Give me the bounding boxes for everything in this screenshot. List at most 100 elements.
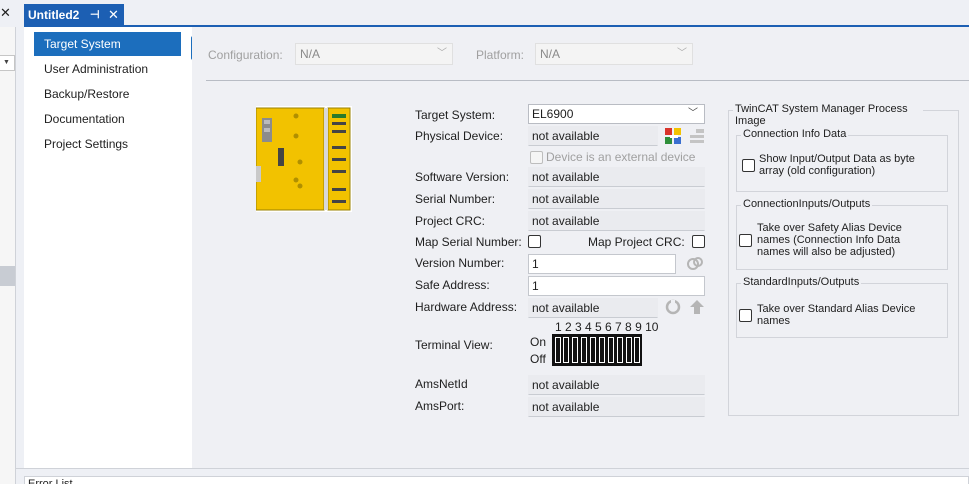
show-io-byte-array-label: Show Input/Output Data as byte array (ol… — [759, 153, 915, 177]
on-label: On — [530, 335, 547, 349]
take-over-safety-alias-label: Take over Safety Alias Device names (Con… — [757, 222, 902, 258]
nav-item-user-administration[interactable]: User Administration — [34, 57, 181, 81]
checkbox-text-line: Show Input/Output Data as byte — [759, 153, 915, 165]
hardware-address-field: not available — [528, 298, 658, 318]
document-tab-strip — [0, 0, 969, 26]
platform-value: N/A — [540, 47, 561, 61]
pin-icon[interactable]: ⊣ — [90, 4, 100, 26]
target-system-select[interactable]: EL6900 ﹀ — [528, 104, 705, 124]
dip-switch-7[interactable] — [608, 337, 614, 363]
version-number-input[interactable]: 1 — [528, 254, 676, 274]
map-project-crc-label: Map Project CRC: — [588, 235, 685, 249]
nav-item-backup-restore[interactable]: Backup/Restore — [34, 82, 181, 106]
dip-switch-1[interactable] — [555, 337, 561, 363]
serial-number-label: Serial Number: — [415, 192, 496, 206]
nav-item-label: Documentation — [44, 112, 125, 126]
dip-switch-10[interactable] — [634, 337, 640, 363]
left-dock-strip — [0, 27, 16, 484]
off-label: Off — [530, 352, 546, 366]
dip-switch-2[interactable] — [563, 337, 569, 363]
ams-netid-field: not available — [528, 375, 705, 395]
error-list-panel — [24, 476, 969, 484]
safe-address-input[interactable]: 1 — [528, 276, 705, 296]
checkbox-text-line: names — [757, 315, 791, 327]
project-crc-field: not available — [528, 211, 705, 231]
take-over-standard-alias-label: Take over Standard Alias Device names — [757, 303, 915, 327]
ams-netid-label: AmsNetId — [415, 377, 468, 391]
platform-label: Platform: — [476, 48, 525, 62]
left-dock-selected-item[interactable] — [0, 266, 15, 286]
ams-port-label: AmsPort: — [415, 399, 465, 413]
connection-io-title: ConnectionInputs/Outputs — [741, 198, 873, 210]
project-crc-label: Project CRC: — [415, 214, 486, 228]
map-serial-number-checkbox[interactable] — [528, 235, 541, 248]
checkbox-text-line: Take over Safety Alias Device — [757, 222, 902, 234]
target-system-value: EL6900 — [532, 107, 574, 121]
checkbox-text-line: Take over Standard Alias Device — [757, 303, 916, 315]
chevron-down-icon: ﹀ — [688, 108, 698, 119]
nav-item-documentation[interactable]: Documentation — [34, 107, 181, 131]
configuration-label: Configuration: — [208, 48, 283, 62]
nav-item-label: Backup/Restore — [44, 87, 130, 101]
chevron-down-icon: ﹀ — [677, 48, 687, 59]
map-serial-number-label: Map Serial Number: — [415, 235, 522, 249]
nav-item-project-settings[interactable]: Project Settings — [34, 132, 181, 156]
external-device-label: Device is an external device — [546, 150, 696, 164]
platform-select[interactable]: N/A ﹀ — [535, 43, 693, 65]
dip-switch-8[interactable] — [617, 337, 623, 363]
show-io-byte-array-checkbox[interactable] — [742, 159, 755, 172]
nav-item-label: User Administration — [44, 62, 149, 76]
checkbox-text-line: array (old configuration) — [759, 165, 876, 177]
process-image-title-line1: TwinCAT System Manager Process — [735, 103, 908, 115]
standard-io-title: StandardInputs/Outputs — [741, 276, 862, 288]
checkbox-text-line: names (Connection Info Data — [757, 234, 901, 246]
sync-icon[interactable] — [664, 298, 682, 316]
error-list-title[interactable]: Error List — [28, 478, 73, 484]
dip-switch-5[interactable] — [590, 337, 596, 363]
process-image-title-line2: Image — [735, 115, 766, 127]
refresh-icon[interactable] — [686, 254, 704, 272]
nav-item-label: Target System — [44, 37, 121, 51]
settings-nav: Target System User Administration Backup… — [24, 27, 199, 468]
dip-switch-numbers: 1 2 3 4 5 6 7 8 9 10 — [555, 320, 659, 334]
dip-switch-6[interactable] — [599, 337, 605, 363]
configuration-value: N/A — [300, 47, 321, 61]
map-project-crc-checkbox[interactable] — [692, 235, 705, 248]
physical-device-label: Physical Device: — [415, 129, 504, 143]
device-plugin-icon[interactable] — [664, 127, 682, 145]
checkbox-text-line: names will also be adjusted) — [757, 246, 896, 258]
ams-port-field: not available — [528, 397, 705, 417]
dip-switch-9[interactable] — [626, 337, 632, 363]
software-version-label: Software Version: — [415, 170, 510, 184]
physical-device-field: not available — [528, 126, 658, 146]
nav-item-label: Project Settings — [44, 137, 129, 151]
dip-switch-3[interactable] — [572, 337, 578, 363]
hardware-address-label: Hardware Address: — [415, 300, 518, 314]
dip-switch-4[interactable] — [581, 337, 587, 363]
process-image-title: TwinCAT System Manager Process Image — [733, 103, 923, 127]
take-over-standard-alias-checkbox[interactable] — [739, 309, 752, 322]
target-system-label: Target System: — [415, 108, 496, 122]
software-version-field: not available — [528, 167, 705, 187]
document-tab-title: Untitled2 — [28, 8, 80, 22]
take-over-safety-alias-checkbox[interactable] — [739, 234, 752, 247]
tab-close-icon[interactable]: ✕ — [108, 4, 119, 26]
external-device-checkbox[interactable] — [530, 151, 543, 164]
chevron-down-icon: ﹀ — [437, 48, 447, 59]
chevron-down-icon: ▼ — [3, 59, 10, 66]
left-dock-dropdown[interactable]: ▼ — [0, 55, 15, 71]
nav-item-target-system[interactable]: Target System — [34, 32, 199, 60]
device-list-icon[interactable] — [688, 127, 706, 145]
safe-address-label: Safe Address: — [415, 278, 490, 292]
upload-icon[interactable] — [688, 298, 706, 316]
terminal-image — [255, 106, 352, 212]
connection-info-title: Connection Info Data — [741, 128, 849, 140]
dip-switch-block — [552, 334, 642, 366]
document-tab[interactable]: Untitled2 ⊣ ✕ — [24, 4, 124, 26]
separator-line — [206, 80, 969, 81]
serial-number-field: not available — [528, 189, 705, 209]
configuration-select[interactable]: N/A ﹀ — [295, 43, 453, 65]
version-number-label: Version Number: — [415, 256, 505, 270]
close-icon[interactable]: ✕ — [0, 6, 12, 20]
terminal-view-label: Terminal View: — [415, 338, 493, 352]
